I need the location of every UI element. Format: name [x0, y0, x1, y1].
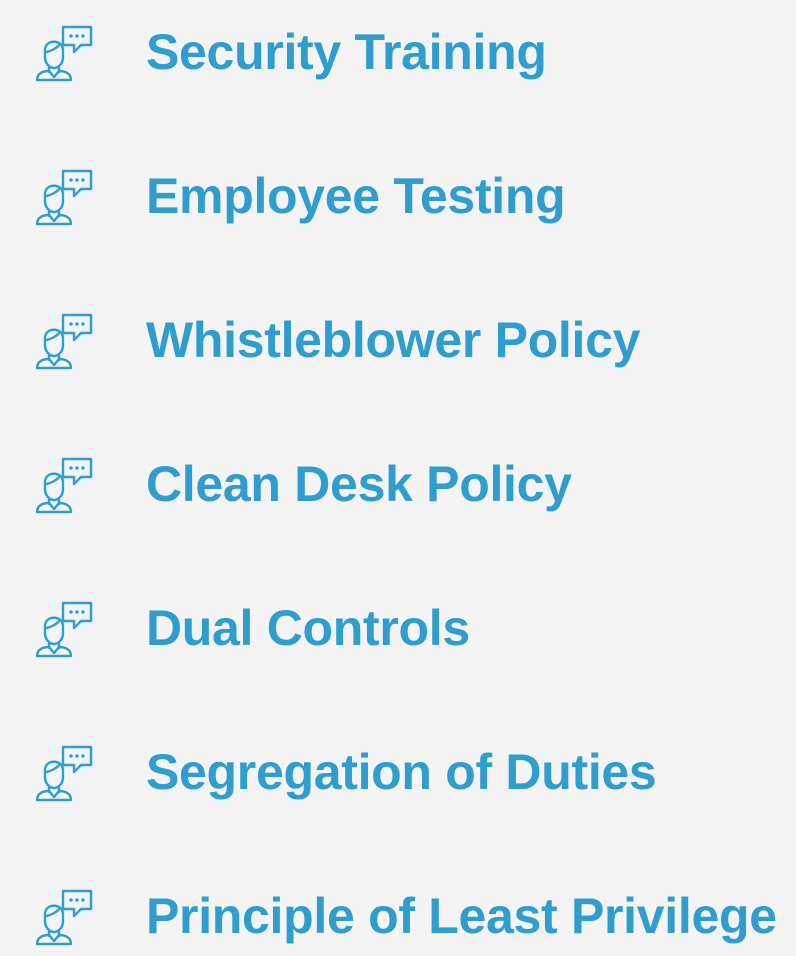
item-label: Segregation of Duties	[146, 744, 657, 800]
item-label: Clean Desk Policy	[146, 456, 572, 512]
person-speech-bubble-icon	[35, 744, 93, 802]
person-speech-bubble-icon	[35, 168, 93, 226]
person-speech-bubble-icon	[35, 600, 93, 658]
list-item-principle-of-least-privilege: Principle of Least Privilege	[0, 876, 796, 956]
item-label: Employee Testing	[146, 168, 566, 224]
item-label: Whistleblower Policy	[146, 312, 641, 368]
person-speech-bubble-icon	[35, 456, 93, 514]
list-item-security-training: Security Training	[0, 12, 796, 92]
person-speech-bubble-icon	[35, 312, 93, 370]
item-label: Dual Controls	[146, 600, 470, 656]
list-item-segregation-of-duties: Segregation of Duties	[0, 732, 796, 812]
list-item-clean-desk-policy: Clean Desk Policy	[0, 444, 796, 524]
person-speech-bubble-icon	[35, 888, 93, 946]
policy-list: Security Training Employee Testing Whist…	[0, 0, 796, 946]
list-item-dual-controls: Dual Controls	[0, 588, 796, 668]
list-item-whistleblower-policy: Whistleblower Policy	[0, 300, 796, 380]
list-item-employee-testing: Employee Testing	[0, 156, 796, 236]
item-label: Principle of Least Privilege	[146, 888, 777, 944]
person-speech-bubble-icon	[35, 24, 93, 82]
item-label: Security Training	[146, 24, 547, 80]
